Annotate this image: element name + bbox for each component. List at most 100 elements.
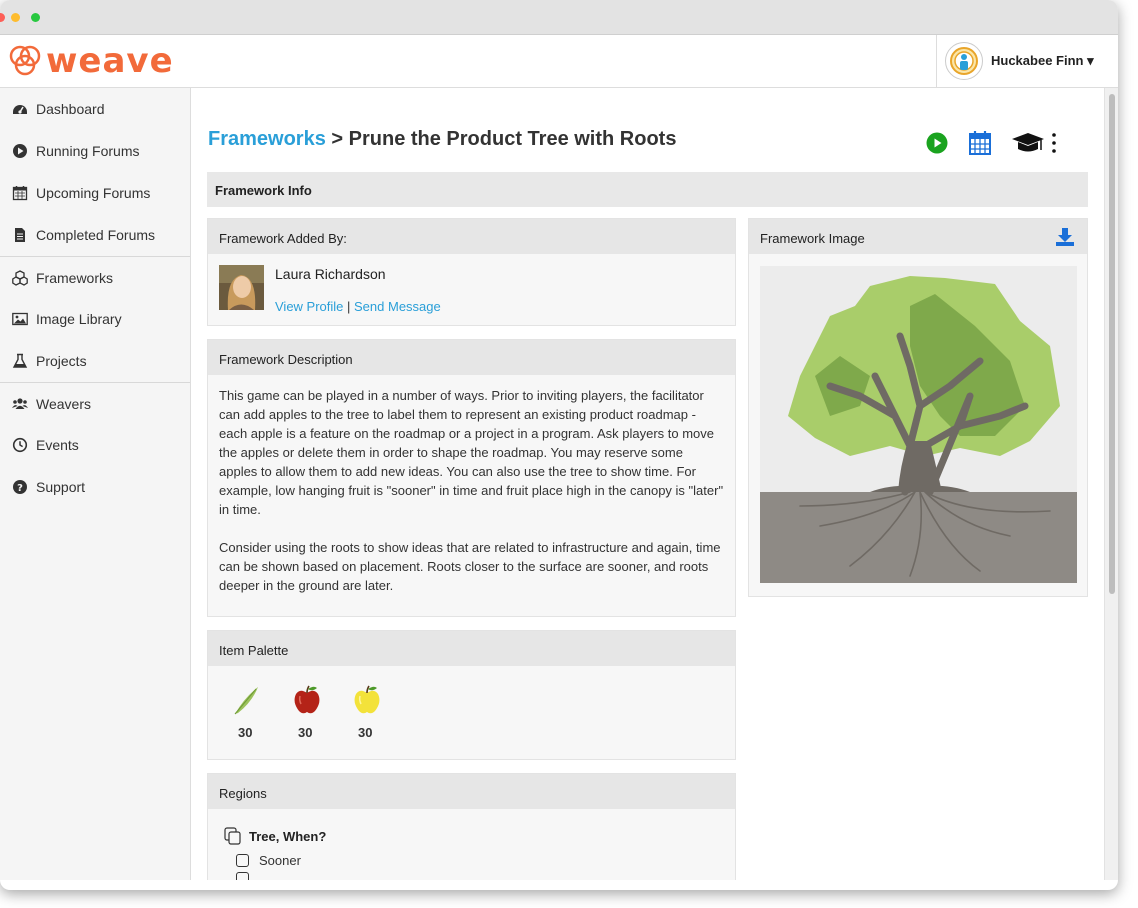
framework-image-title: Framework Image (760, 231, 865, 246)
sidebar-item-events[interactable]: Events (0, 424, 190, 466)
sidebar-item-label: Image Library (36, 311, 122, 327)
added-by-heading: Framework Added By: (208, 219, 735, 254)
author-name: Laura Richardson (275, 266, 386, 282)
palette-item-yellow-apple[interactable]: 30 (350, 684, 410, 740)
framework-tree-image[interactable] (760, 266, 1077, 583)
page-title: Frameworks > Prune the Product Tree with… (208, 128, 676, 151)
sidebar-item-running-forums[interactable]: Running Forums (0, 130, 190, 172)
vertical-scrollbar[interactable] (1104, 88, 1118, 880)
red-apple-icon (294, 685, 320, 714)
more-options-icon[interactable] (1050, 130, 1058, 156)
region-group-title: Tree, When? (249, 828, 327, 844)
description-paragraph-1: This game can be played in a number of w… (219, 388, 724, 517)
maximize-window-button[interactable] (31, 13, 40, 22)
image-icon (12, 312, 28, 326)
palette-count: 30 (238, 725, 253, 740)
sidebar-item-image-library[interactable]: Image Library (0, 298, 190, 340)
flask-icon (12, 353, 28, 368)
description-paragraph-2: Consider using the roots to show ideas t… (219, 540, 721, 593)
close-window-button[interactable] (0, 13, 5, 22)
framework-title: Prune the Product Tree with Roots (348, 128, 677, 150)
regions-heading: Regions (208, 774, 735, 809)
view-profile-link[interactable]: View Profile (275, 299, 343, 314)
sidebar-item-projects[interactable]: Projects (0, 340, 190, 382)
yellow-apple-icon (354, 685, 380, 714)
region-option-label: Sooner (259, 853, 301, 868)
top-bar: weave Huckabee Finn ▾ (0, 35, 1118, 88)
framework-image-heading: Framework Image (749, 219, 1087, 254)
graduation-cap-icon[interactable] (1010, 130, 1046, 156)
region-option-next[interactable] (224, 872, 735, 880)
item-palette-heading: Item Palette (208, 631, 735, 666)
copy-icon[interactable] (224, 827, 242, 845)
sidebar-item-frameworks[interactable]: Frameworks (0, 256, 190, 298)
sidebar-item-label: Running Forums (36, 143, 140, 159)
schedule-calendar-icon[interactable] (968, 130, 992, 156)
description-heading: Framework Description (208, 340, 735, 375)
sidebar-item-label: Events (36, 437, 79, 453)
svg-text:?: ? (17, 483, 23, 494)
dashboard-icon (13, 105, 27, 114)
link-divider: | (343, 299, 355, 314)
framework-image-card: Framework Image (748, 218, 1088, 597)
palette-count: 30 (358, 725, 373, 740)
description-card: Framework Description This game can be p… (207, 339, 736, 617)
cubes-icon (12, 269, 28, 286)
sidebar-item-label: Completed Forums (36, 227, 156, 243)
leaf-icon (234, 687, 258, 715)
sidebar-item-label: Upcoming Forums (36, 185, 151, 201)
region-option-sooner[interactable]: Sooner (224, 853, 735, 868)
sidebar-item-completed-forums[interactable]: Completed Forums (0, 214, 190, 256)
palette-count: 30 (298, 725, 313, 740)
added-by-card: Framework Added By: Laura Richardson Vie… (207, 218, 736, 326)
sidebar-item-upcoming-forums[interactable]: Upcoming Forums (0, 172, 190, 214)
minimize-window-button[interactable] (11, 13, 20, 22)
sidebar-item-label: Projects (36, 353, 87, 369)
user-name: Huckabee Finn ▾ (991, 53, 1094, 68)
description-body: This game can be played in a number of w… (208, 375, 735, 606)
users-icon (12, 397, 28, 409)
checkbox[interactable] (236, 854, 249, 867)
author-links: View Profile | Send Message (275, 299, 441, 314)
app-window: weave Huckabee Finn ▾ Dashboard Running … (0, 0, 1118, 890)
regions-body: Tree, When? Sooner (208, 809, 735, 880)
title-actions (926, 130, 1058, 156)
logo-text: weave (46, 41, 174, 81)
sidebar: Dashboard Running Forums Upcoming Forums… (0, 88, 191, 880)
user-avatar (945, 42, 983, 80)
palette-items: 30 30 30 (208, 666, 735, 740)
weave-logo-icon (9, 45, 41, 76)
user-avatar-icon (950, 47, 978, 75)
send-message-link[interactable]: Send Message (354, 299, 441, 314)
question-circle-icon: ? (13, 480, 27, 494)
region-group: Tree, When? (224, 827, 735, 845)
framework-info-header: Framework Info (207, 172, 1088, 207)
main-content: Frameworks > Prune the Product Tree with… (192, 88, 1104, 880)
document-icon (15, 228, 25, 242)
sidebar-item-support[interactable]: ? Support (0, 466, 190, 508)
checkbox[interactable] (236, 872, 249, 880)
breadcrumb-separator: > (325, 128, 349, 150)
scrollbar-thumb[interactable] (1109, 94, 1115, 594)
sidebar-item-dashboard[interactable]: Dashboard (0, 88, 190, 130)
author-row: Laura Richardson View Profile | Send Mes… (208, 254, 735, 326)
sidebar-item-weavers[interactable]: Weavers (0, 382, 190, 424)
clock-icon (12, 437, 28, 453)
user-menu[interactable]: Huckabee Finn ▾ (936, 35, 1118, 87)
window-titlebar (0, 0, 1118, 35)
sidebar-item-label: Support (36, 479, 86, 495)
palette-item-red-apple[interactable]: 30 (290, 684, 350, 740)
regions-card: Regions Tree, When? Sooner (207, 773, 736, 880)
download-icon[interactable] (1055, 227, 1075, 247)
item-palette-card: Item Palette 30 30 30 (207, 630, 736, 760)
play-circle-icon (13, 144, 27, 158)
weave-logo[interactable]: weave (8, 43, 174, 79)
palette-item-leaf[interactable]: 30 (230, 684, 290, 740)
breadcrumb-frameworks-link[interactable]: Frameworks (208, 128, 326, 150)
sidebar-item-label: Dashboard (36, 101, 105, 117)
play-icon[interactable] (926, 132, 948, 154)
author-photo[interactable] (219, 265, 264, 310)
sidebar-item-label: Frameworks (36, 269, 114, 286)
calendar-icon (12, 186, 28, 201)
sidebar-item-label: Weavers (36, 395, 91, 412)
